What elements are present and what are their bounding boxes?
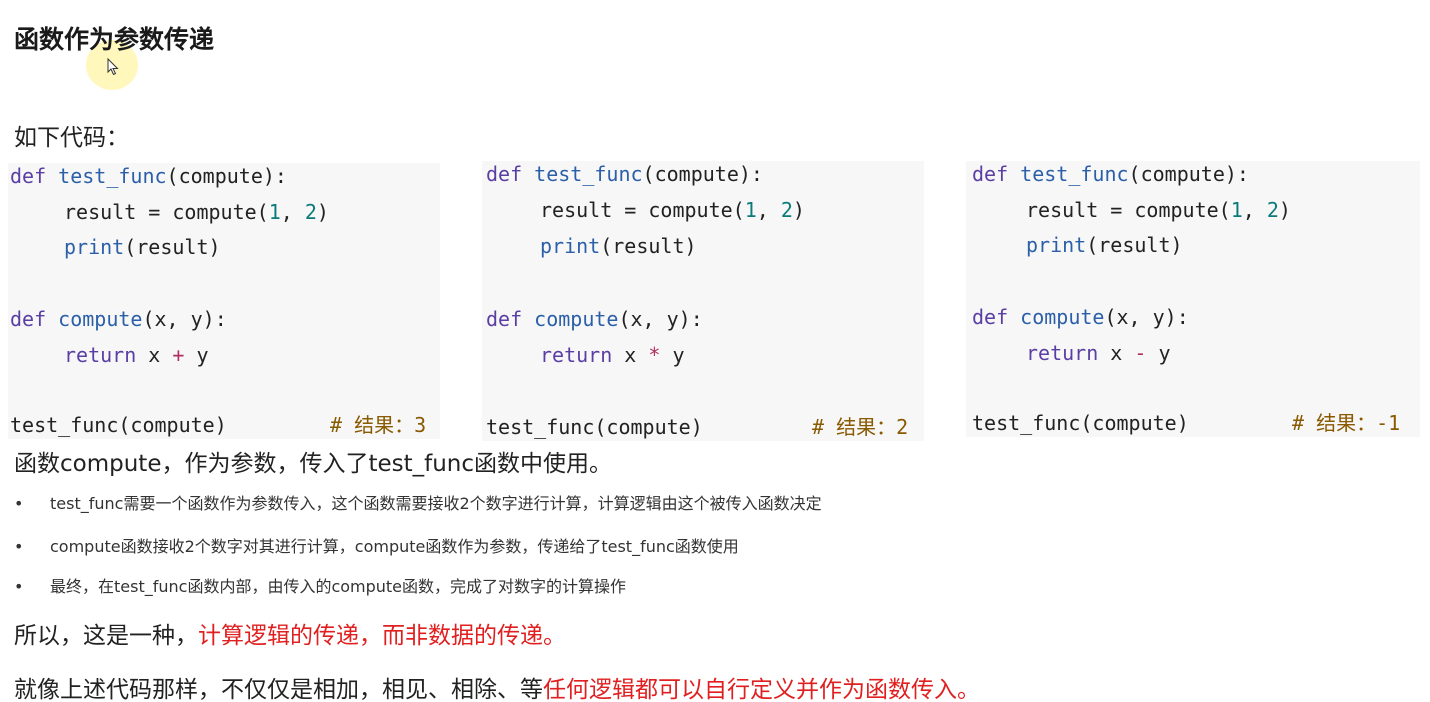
code-function-name: compute: [1020, 305, 1105, 329]
code-text: result = compute(: [1026, 198, 1231, 222]
code-line: def compute(x, y):: [10, 306, 227, 332]
code-call: test_func(compute): [486, 415, 703, 439]
code-number: 1: [744, 198, 757, 222]
code-function-name: test_func: [534, 162, 643, 186]
code-line: def compute(x, y):: [486, 306, 703, 332]
code-text: ,: [280, 200, 305, 224]
code-text: y: [1146, 341, 1171, 365]
list-item: • compute函数接收2个数字对其进行计算，compute函数作为参数，传递给…: [14, 533, 739, 557]
code-line: def test_func(compute):: [486, 161, 763, 187]
code-comment: # 结果：3: [330, 413, 427, 437]
code-number: 1: [1230, 198, 1243, 222]
code-keyword: def: [10, 164, 47, 188]
code-function-name: test_func: [1020, 162, 1129, 186]
code-text: (result): [1086, 233, 1183, 257]
code-line: return x - y: [1026, 340, 1171, 366]
code-function-name: compute: [534, 307, 619, 331]
code-operator: -: [1134, 341, 1147, 365]
code-block-multiply: def test_func(compute): result = compute…: [482, 161, 924, 441]
code-line: def compute(x, y):: [972, 304, 1189, 330]
code-text: x: [1098, 341, 1135, 365]
code-builtin: print: [64, 235, 125, 259]
conclusion-highlight: 任何逻辑都可以自行定义并作为函数传入。: [543, 677, 980, 702]
code-number: 2: [304, 200, 317, 224]
code-text: result = compute(: [64, 200, 269, 224]
code-text: ): [1278, 198, 1291, 222]
code-line: return x * y: [540, 342, 685, 368]
code-number: 2: [780, 198, 793, 222]
code-text: ,: [756, 198, 781, 222]
code-text: (compute):: [1128, 162, 1249, 186]
code-operator: *: [648, 343, 661, 367]
slide-title: 函数作为参数传递: [14, 25, 215, 54]
conclusion-highlight: 计算逻辑的传递，而非数据的传递。: [198, 623, 566, 649]
code-keyword: def: [972, 162, 1009, 186]
bullet-marker: •: [14, 494, 24, 513]
code-line: test_func(compute): [972, 410, 1189, 436]
code-keyword: return: [64, 343, 137, 367]
code-text: result = compute(: [540, 198, 745, 222]
code-text: ): [792, 198, 805, 222]
conclusion-line-1: 所以，这是一种，计算逻辑的传递，而非数据的传递。: [14, 616, 566, 650]
code-operator: +: [172, 343, 185, 367]
code-line: result = compute(1, 2): [1026, 197, 1291, 223]
code-line: print(result): [540, 233, 697, 259]
intro-text: 如下代码：: [14, 125, 129, 151]
code-text: y: [184, 343, 209, 367]
code-text: ,: [1242, 198, 1267, 222]
code-builtin: print: [1026, 233, 1087, 257]
bullet-marker: •: [14, 537, 24, 556]
code-number: 1: [268, 200, 281, 224]
code-text: (result): [124, 235, 221, 259]
code-text: x: [136, 343, 173, 367]
code-block-subtract: def test_func(compute): result = compute…: [966, 161, 1420, 437]
code-line: test_func(compute): [10, 412, 227, 438]
code-block-add: def test_func(compute): result = compute…: [8, 163, 440, 439]
code-line: print(result): [64, 234, 221, 260]
conclusion-text: 所以，这是一种，: [14, 623, 198, 649]
code-keyword: def: [486, 307, 523, 331]
code-function-name: compute: [58, 307, 143, 331]
code-call: test_func(compute): [10, 413, 227, 437]
bullet-text: compute函数接收2个数字对其进行计算，compute函数作为参数，传递给了…: [50, 537, 739, 556]
code-keyword: return: [540, 343, 613, 367]
code-keyword: return: [1026, 341, 1099, 365]
code-line: test_func(compute): [486, 414, 703, 440]
code-text: (x, y):: [618, 307, 703, 331]
conclusion-line-2: 就像上述代码那样，不仅仅是相加，相见、相除、等任何逻辑都可以自行定义并作为函数传…: [14, 670, 980, 702]
list-item: • test_func需要一个函数作为参数传入，这个函数需要接收2个数字进行计算，…: [14, 490, 822, 514]
code-line: result = compute(1, 2): [64, 199, 329, 225]
code-text: y: [660, 343, 685, 367]
mouse-pointer-icon: [107, 58, 119, 76]
code-line: return x + y: [64, 342, 209, 368]
code-function-name: test_func: [58, 164, 167, 188]
code-number: 2: [1266, 198, 1279, 222]
code-text: x: [612, 343, 649, 367]
code-comment: # 结果：2: [812, 415, 909, 439]
code-caption: 函数compute，作为参数，传入了test_func函数中使用。: [14, 451, 613, 477]
code-keyword: def: [10, 307, 47, 331]
code-text: (x, y):: [142, 307, 227, 331]
code-line: print(result): [1026, 232, 1183, 258]
code-text: (compute):: [166, 164, 287, 188]
code-keyword: def: [972, 305, 1009, 329]
bullet-text: 最终，在test_func函数内部，由传入的compute函数，完成了对数字的计…: [50, 577, 627, 596]
bullet-marker: •: [14, 577, 24, 596]
code-call: test_func(compute): [972, 411, 1189, 435]
code-line: result = compute(1, 2): [540, 197, 805, 223]
code-keyword: def: [486, 162, 523, 186]
slide-page: 函数作为参数传递 如下代码： def test_func(compute): r…: [0, 0, 1430, 702]
code-line: def test_func(compute):: [972, 161, 1249, 187]
list-item: • 最终，在test_func函数内部，由传入的compute函数，完成了对数字的…: [14, 573, 626, 597]
bullet-text: test_func需要一个函数作为参数传入，这个函数需要接收2个数字进行计算，计…: [50, 494, 822, 513]
conclusion-text: 就像上述代码那样，不仅仅是相加，相见、相除、等: [14, 677, 543, 702]
code-comment: # 结果：-1: [1292, 411, 1401, 435]
code-text: (x, y):: [1104, 305, 1189, 329]
code-text: ): [316, 200, 329, 224]
code-builtin: print: [540, 234, 601, 258]
code-text: (result): [600, 234, 697, 258]
code-line: def test_func(compute):: [10, 163, 287, 189]
code-text: (compute):: [642, 162, 763, 186]
